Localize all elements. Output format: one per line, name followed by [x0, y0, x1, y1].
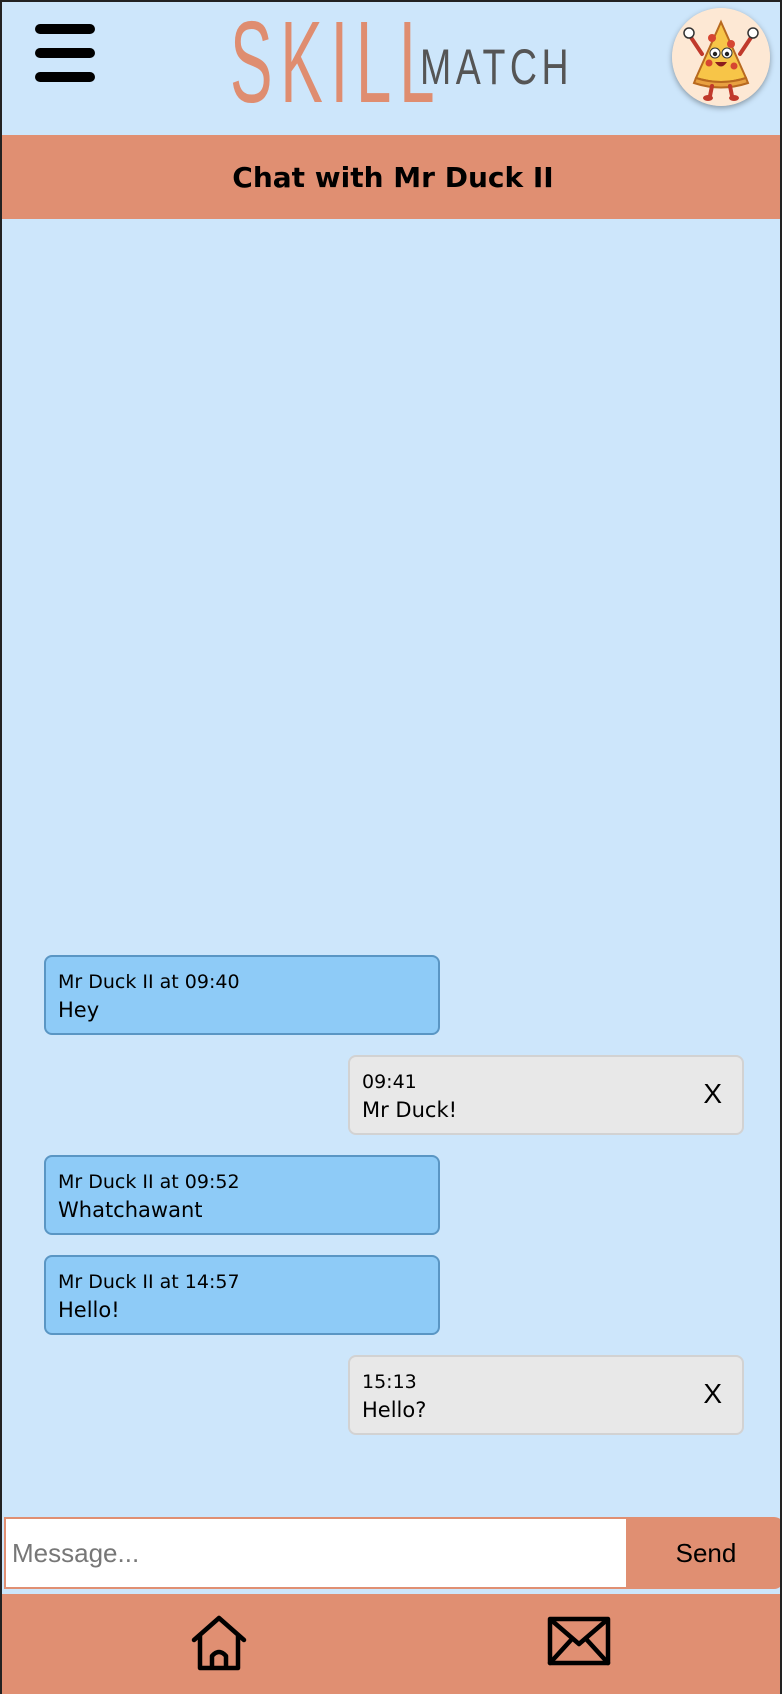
message-bubble-incoming: Mr Duck II at 09:40 Hey [44, 955, 440, 1035]
message-input[interactable] [4, 1517, 628, 1589]
message-bubble-outgoing: 15:13 Hello? X [348, 1355, 744, 1435]
home-icon[interactable] [188, 1612, 250, 1674]
delete-message-button[interactable]: X [703, 1379, 722, 1409]
hamburger-menu-icon[interactable] [35, 24, 95, 82]
message-text: Whatchawant [58, 1198, 203, 1222]
message-meta: 15:13 [362, 1371, 417, 1393]
message-meta: 09:41 [362, 1071, 417, 1093]
message-text: Hey [58, 998, 100, 1022]
message-composer: Send [2, 1517, 780, 1589]
chat-title-bar: Chat with Mr Duck II [2, 135, 780, 219]
bottom-navigation [2, 1594, 780, 1694]
pizza-character-avatar-icon [672, 8, 770, 106]
message-bubble-incoming: Mr Duck II at 09:52 Whatchawant [44, 1155, 440, 1235]
chat-page: SKILL MATCH Chat with Mr Duck II Mr Duck… [0, 0, 782, 1694]
user-avatar[interactable] [672, 8, 770, 106]
message-meta: Mr Duck II at 09:40 [58, 971, 240, 993]
message-text: Hello? [362, 1398, 427, 1422]
chat-title: Chat with Mr Duck II [232, 160, 554, 194]
message-meta: Mr Duck II at 09:52 [58, 1171, 240, 1193]
logo-skill-text: SKILL [230, 0, 443, 127]
mail-icon[interactable] [547, 1616, 611, 1666]
send-button[interactable]: Send [628, 1517, 780, 1589]
menu-bar-line [35, 24, 95, 34]
menu-bar-line [35, 72, 95, 82]
app-header: SKILL MATCH [2, 2, 780, 135]
skillmatch-logo[interactable]: SKILL MATCH [230, 4, 624, 120]
message-text: Hello! [58, 1298, 120, 1322]
home-icon-graphic [191, 1615, 247, 1671]
message-bubble-outgoing: 09:41 Mr Duck! X [348, 1055, 744, 1135]
message-text: Mr Duck! [362, 1098, 458, 1122]
mail-icon-graphic [547, 1616, 611, 1666]
message-list[interactable]: Mr Duck II at 09:40 Hey 09:41 Mr Duck! X… [2, 219, 780, 1519]
message-meta: Mr Duck II at 14:57 [58, 1271, 240, 1293]
delete-message-button[interactable]: X [703, 1079, 722, 1109]
menu-bar-line [35, 48, 95, 58]
message-bubble-incoming: Mr Duck II at 14:57 Hello! [44, 1255, 440, 1335]
logo-match-text: MATCH [420, 39, 574, 95]
